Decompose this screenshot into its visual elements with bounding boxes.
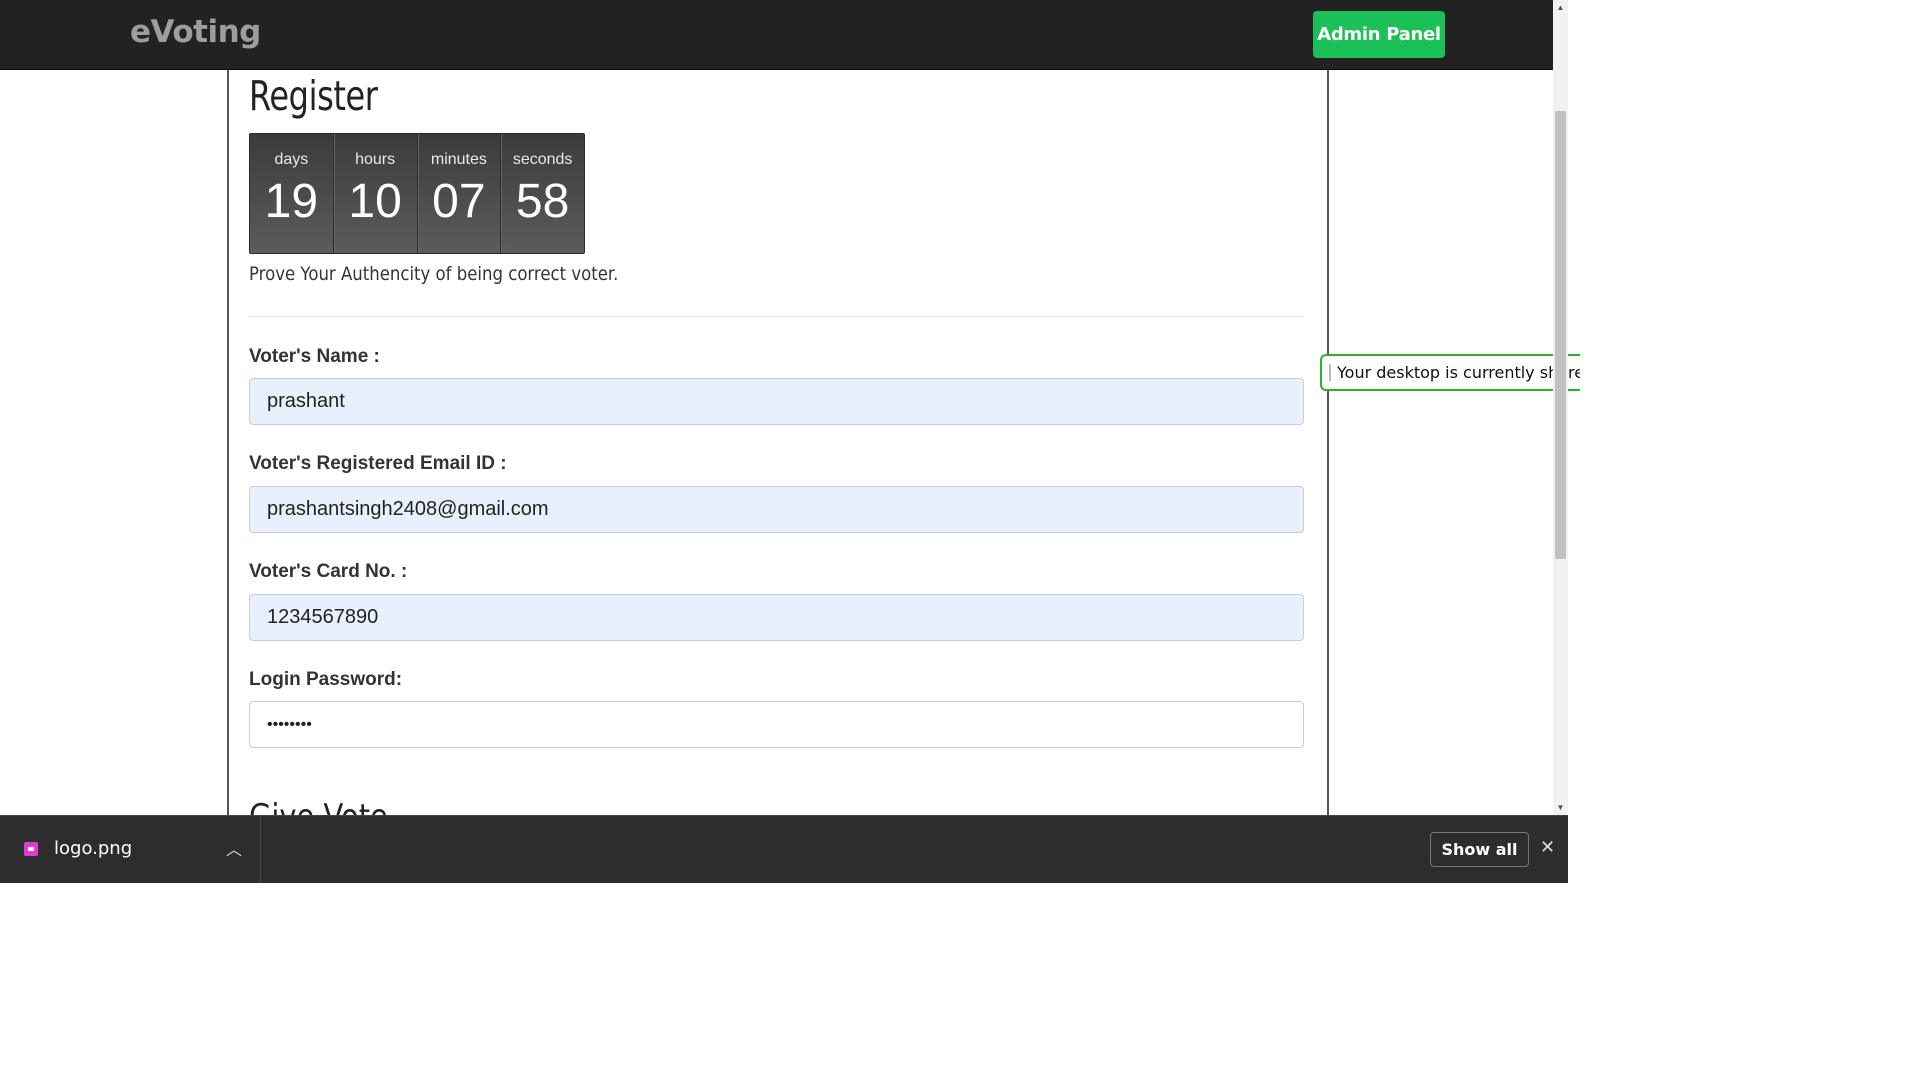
countdown-minutes: minutes 07 (416, 134, 501, 253)
countdown-days-value: 19 (264, 175, 319, 228)
page-subtitle: Prove Your Authencity of being correct v… (249, 263, 619, 285)
countdown-days-label: days (274, 151, 309, 168)
voter-name-input[interactable]: prashant (249, 378, 1304, 425)
voter-card-value: 1234567890 (267, 606, 379, 628)
download-bar: logo.png ︿ Show all ✕ (0, 815, 1568, 883)
chevron-up-icon[interactable]: ︿ (226, 836, 242, 860)
voter-email-input[interactable]: prashantsingh2408@gmail.com (249, 486, 1304, 533)
password-label: Login Password: (249, 669, 403, 690)
voter-name-value: prashant (267, 390, 345, 412)
voter-email-value: prashantsingh2408@gmail.com (267, 498, 549, 520)
desktop-share-banner[interactable]: Your desktop is currently shared (1320, 354, 1580, 391)
countdown-hours-label: hours (355, 151, 396, 168)
scroll-down-icon[interactable]: ▼ (1553, 800, 1568, 815)
countdown-seconds-label: seconds (512, 151, 573, 168)
admin-panel-button[interactable]: Admin Panel (1313, 11, 1445, 58)
image-file-icon (24, 842, 38, 856)
download-item[interactable]: logo.png ︿ (0, 816, 261, 883)
page-viewport: eVoting Admin Panel Register days 19 hou… (0, 0, 1553, 815)
countdown-hours: hours 10 (332, 134, 417, 253)
countdown-minutes-value: 07 (432, 175, 486, 228)
brand-logo[interactable]: eVoting (130, 14, 261, 50)
password-value: •••••••• (267, 715, 312, 733)
navbar: eVoting Admin Panel (0, 0, 1553, 70)
voter-email-label: Voter's Registered Email ID : (249, 453, 507, 474)
download-file-name[interactable]: logo.png (54, 838, 132, 859)
give-vote-heading: Give Vote (249, 797, 388, 815)
show-all-button[interactable]: Show all (1430, 832, 1529, 867)
countdown-days: days 19 (250, 134, 333, 253)
password-input[interactable]: •••••••• (249, 701, 1304, 748)
page-title: Register (249, 72, 378, 120)
voter-name-label: Voter's Name : (249, 346, 380, 367)
section-divider (249, 316, 1304, 317)
scroll-up-icon[interactable]: ▲ (1553, 0, 1568, 15)
share-banner-text: Your desktop is currently shared (1337, 363, 1580, 382)
countdown-seconds-value: 58 (515, 175, 570, 228)
close-icon[interactable]: ✕ (1540, 837, 1555, 858)
countdown-seconds: seconds 58 (500, 134, 584, 253)
countdown-timer: days 19 hours 10 minutes 07 seconds 58 (249, 133, 585, 254)
scrollbar-thumb[interactable] (1555, 111, 1566, 559)
countdown-hours-value: 10 (348, 175, 402, 228)
voter-card-input[interactable]: 1234567890 (249, 594, 1304, 641)
voter-card-label: Voter's Card No. : (249, 561, 408, 582)
vertical-scrollbar[interactable]: ▲ ▼ (1553, 0, 1568, 815)
drag-grip-icon[interactable] (1329, 364, 1331, 381)
countdown-minutes-label: minutes (430, 151, 487, 168)
